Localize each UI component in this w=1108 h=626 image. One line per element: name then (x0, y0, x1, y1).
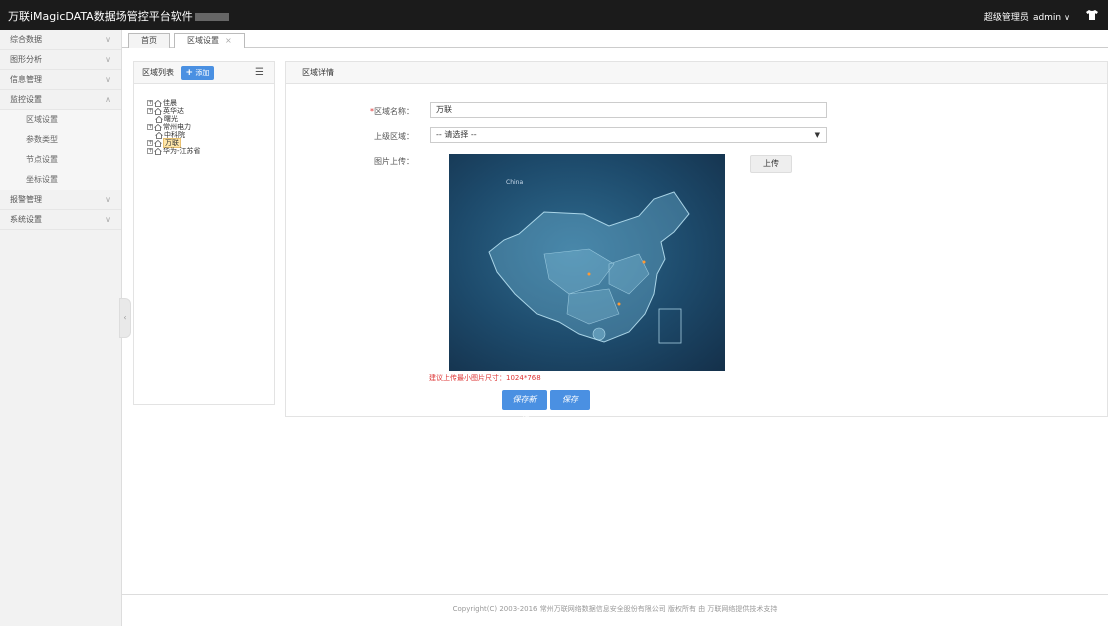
app-title: 万联iMagicDATA数据场管控平台软件 (8, 8, 229, 24)
tab-region-settings[interactable]: 区域设置 × (174, 33, 245, 48)
region-name-input[interactable]: 万联 (430, 102, 827, 118)
region-name-label-text: 区域名称： (374, 107, 414, 116)
sidebar-item-label: 综合数据 (10, 35, 42, 44)
close-icon[interactable]: × (225, 36, 232, 45)
sidebar-item-label: 报警管理 (10, 195, 42, 204)
top-bar: 万联iMagicDATA数据场管控平台软件 超级管理员 admin ∨ (0, 0, 1108, 30)
chevron-up-icon: ∧ (105, 95, 111, 104)
user-menu[interactable]: 超级管理员 admin ∨ (984, 10, 1070, 23)
parent-region-label: 上级区域： (374, 132, 414, 141)
save-button[interactable]: 保存 (550, 390, 590, 410)
region-list-header: 区域列表 + 添加 ☰ (134, 62, 274, 84)
sidebar-item-label: 图形分析 (10, 55, 42, 64)
copyright-text: Copyright(C) 2003-2016 常州万联网络数据信息安全股份有限公… (452, 605, 778, 613)
footer: Copyright(C) 2003-2016 常州万联网络数据信息安全股份有限公… (122, 594, 1108, 626)
home-icon (155, 115, 163, 123)
user-name: admin (1032, 13, 1062, 23)
home-icon (154, 99, 162, 107)
chevron-down-icon: ∨ (105, 35, 111, 44)
sidebar-item-alarm-management[interactable]: 报警管理 ∨ (0, 190, 121, 210)
chevron-down-icon: ∨ (105, 75, 111, 84)
redacted-block (194, 13, 229, 21)
home-icon (154, 123, 162, 131)
add-button-label: 添加 (195, 68, 210, 77)
tab-home[interactable]: 首页 (128, 33, 170, 48)
user-role: 超级管理员 (983, 13, 1029, 23)
sidebar-collapse-handle[interactable]: ‹ (119, 298, 131, 338)
region-list-title: 区域列表 (142, 68, 174, 77)
upload-size-hint: 建议上传最小图片尺寸：1024*768 (429, 374, 541, 382)
sidebar-item-comprehensive-data[interactable]: 综合数据 ∨ (0, 30, 121, 50)
tree-node-label: 常州电力 (163, 123, 191, 131)
region-detail-header: 区域详情 (286, 62, 1107, 84)
chevron-down-icon: ∨ (105, 215, 111, 224)
tab-label: 首页 (141, 36, 157, 45)
tree-node-label: 英华达 (163, 107, 184, 115)
tree-node[interactable]: + 佳晨 (147, 99, 201, 107)
home-icon (154, 107, 162, 115)
upload-button[interactable]: 上传 (750, 155, 792, 173)
sidebar-item-graph-analysis[interactable]: 图形分析 ∨ (0, 50, 121, 70)
expand-icon[interactable]: + (147, 124, 153, 130)
plus-icon: + (185, 67, 194, 78)
tree-node-selected[interactable]: + 万联 (147, 138, 201, 148)
expand-icon[interactable]: + (147, 100, 153, 106)
china-map-graphic (488, 191, 690, 344)
chevron-down-icon: ∨ (105, 195, 111, 204)
sidebar-subitem-coordinate-settings[interactable]: 坐标设置 (0, 170, 121, 190)
tree-node[interactable]: + 英华达 (147, 107, 201, 115)
sidebar-item-label: 监控设置 (10, 95, 42, 104)
sidebar-item-label: 信息管理 (10, 75, 42, 84)
region-tree: + 佳晨 + 英华达 曙光 + 常州电力 中科院 + 万联 + 华为-江苏省 (147, 99, 201, 155)
chevron-down-icon: ∨ (1064, 13, 1070, 22)
uploaded-map-image: China (449, 154, 725, 371)
sidebar-subitem-node-settings[interactable]: 节点设置 (0, 150, 121, 170)
image-upload-label: 图片上传： (374, 157, 414, 166)
sidebar-item-info-management[interactable]: 信息管理 ∨ (0, 70, 121, 90)
dropdown-arrow-icon: ▼ (814, 131, 820, 139)
shirt-icon[interactable] (1086, 10, 1098, 20)
expand-icon[interactable]: + (147, 148, 153, 154)
tree-node-label: 曙光 (164, 115, 178, 123)
sidebar-item-monitor-settings[interactable]: 监控设置 ∧ (0, 90, 121, 110)
sidebar-item-system-settings[interactable]: 系统设置 ∨ (0, 210, 121, 230)
app-title-text: 万联iMagicDATA数据场管控平台软件 (8, 10, 193, 23)
chevron-down-icon: ∨ (105, 55, 111, 64)
tab-bar: 首页 区域设置 × (122, 30, 1108, 48)
tree-node[interactable]: 曙光 (147, 115, 201, 123)
tab-label: 区域设置 (187, 36, 219, 45)
home-icon (154, 139, 162, 147)
sidebar: 综合数据 ∨ 图形分析 ∨ 信息管理 ∨ 监控设置 ∧ 区域设置 参数类型 节点设置 坐… (0, 30, 122, 626)
expand-icon[interactable]: + (147, 108, 153, 114)
sidebar-item-label: 系统设置 (10, 215, 42, 224)
parent-region-select[interactable]: -- 请选择 -- ▼ (430, 127, 827, 143)
tree-node[interactable]: + 华为-江苏省 (147, 147, 201, 155)
add-region-button[interactable]: + 添加 (180, 65, 215, 80)
parent-region-value: -- 请选择 -- (436, 130, 477, 139)
expand-icon[interactable]: + (147, 140, 153, 146)
sidebar-subitem-param-types[interactable]: 参数类型 (0, 130, 121, 150)
menu-icon[interactable]: ☰ (255, 62, 264, 84)
chevron-left-icon: ‹ (123, 313, 127, 322)
tree-node[interactable]: + 常州电力 (147, 123, 201, 131)
region-detail-title: 区域详情 (302, 68, 334, 77)
save-new-button[interactable]: 保存新增 (502, 390, 547, 424)
tree-node-label: 华为-江苏省 (163, 147, 201, 155)
map-caption: China (506, 179, 524, 186)
sidebar-subitem-region-settings[interactable]: 区域设置 (0, 110, 121, 130)
tree-node-label: 佳晨 (163, 99, 177, 107)
home-icon (154, 147, 162, 155)
home-icon (155, 131, 163, 139)
region-name-label: *区域名称： (334, 106, 414, 117)
